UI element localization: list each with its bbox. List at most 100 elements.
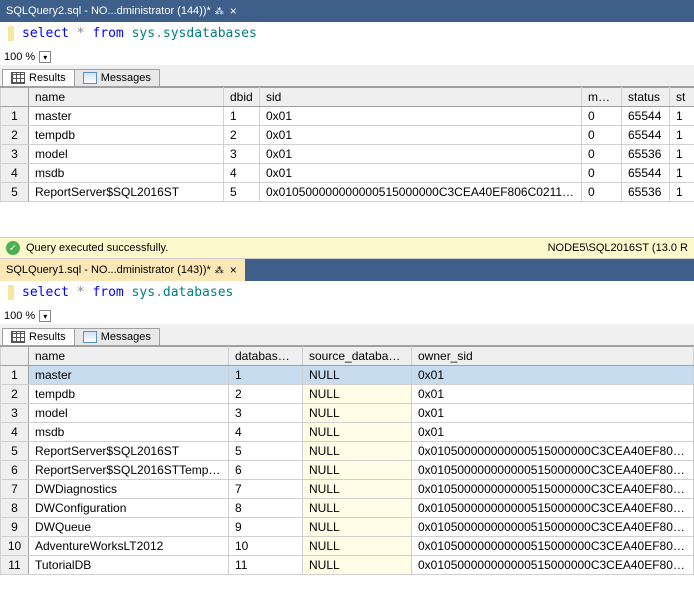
cell-status[interactable]: 65544 [622,164,670,183]
cell-mode[interactable]: 0 [582,183,622,202]
cell-owner_sid[interactable]: 0x010500000000000515000000C3CEA40EF806C0… [412,442,694,461]
cell-name[interactable]: AdventureWorksLT2012 [29,537,229,556]
cell-sid[interactable]: 0x01 [260,164,582,183]
row-number[interactable]: 6 [1,461,29,480]
cell-st[interactable]: 1 [670,107,694,126]
cell-name[interactable]: DWQueue [29,518,229,537]
cell-owner_sid[interactable]: 0x01 [412,423,694,442]
cell-owner_sid[interactable]: 0x010500000000000515000000C3CEA40EF806C0… [412,537,694,556]
cell-source_database_id[interactable]: NULL [303,537,412,556]
cell-database_id[interactable]: 8 [229,499,303,518]
cell-source_database_id[interactable]: NULL [303,480,412,499]
cell-source_database_id[interactable]: NULL [303,423,412,442]
column-header[interactable]: name [29,347,229,366]
row-number[interactable]: 2 [1,385,29,404]
cell-owner_sid[interactable]: 0x010500000000000515000000C3CEA40EF806C0… [412,480,694,499]
cell-dbid[interactable]: 5 [224,183,260,202]
row-number[interactable]: 11 [1,556,29,575]
cell-dbid[interactable]: 3 [224,145,260,164]
cell-owner_sid[interactable]: 0x01 [412,385,694,404]
cell-database_id[interactable]: 2 [229,385,303,404]
tab-results[interactable]: Results [2,69,75,86]
cell-name[interactable]: model [29,404,229,423]
cell-sid[interactable]: 0x010500000000000515000000C3CEA40EF806C0… [260,183,582,202]
cell-database_id[interactable]: 10 [229,537,303,556]
cell-dbid[interactable]: 4 [224,164,260,183]
column-header[interactable]: database_id [229,347,303,366]
table-row[interactable]: 5ReportServer$SQL2016ST5NULL0x0105000000… [1,442,694,461]
cell-st[interactable]: 1 [670,145,694,164]
cell-database_id[interactable]: 4 [229,423,303,442]
column-header[interactable]: mode [582,88,622,107]
cell-source_database_id[interactable]: NULL [303,404,412,423]
row-number[interactable]: 3 [1,145,29,164]
column-header[interactable]: dbid [224,88,260,107]
cell-sid[interactable]: 0x01 [260,107,582,126]
table-row[interactable]: 1master10x010655441 [1,107,694,126]
table-row[interactable]: 2tempdb20x010655441 [1,126,694,145]
table-row[interactable]: 4msdb4NULL0x01 [1,423,694,442]
cell-st[interactable]: 1 [670,126,694,145]
table-row[interactable]: 11TutorialDB11NULL0x01050000000000051500… [1,556,694,575]
cell-name[interactable]: DWDiagnostics [29,480,229,499]
cell-name[interactable]: DWConfiguration [29,499,229,518]
cell-database_id[interactable]: 9 [229,518,303,537]
tab-messages[interactable]: Messages [74,328,160,345]
cell-name[interactable]: ReportServer$SQL2016ST [29,183,224,202]
cell-owner_sid[interactable]: 0x010500000000000515000000C3CEA40EF806C0… [412,461,694,480]
cell-st[interactable]: 1 [670,183,694,202]
column-header[interactable] [1,347,29,366]
cell-status[interactable]: 65544 [622,107,670,126]
cell-dbid[interactable]: 2 [224,126,260,145]
sql-editor[interactable]: select * from sys.sysdatabases [0,22,694,49]
row-number[interactable]: 8 [1,499,29,518]
table-row[interactable]: 5ReportServer$SQL2016ST50x01050000000000… [1,183,694,202]
cell-database_id[interactable]: 3 [229,404,303,423]
tab-results[interactable]: Results [2,328,75,345]
table-row[interactable]: 3model3NULL0x01 [1,404,694,423]
cell-sid[interactable]: 0x01 [260,145,582,164]
cell-source_database_id[interactable]: NULL [303,499,412,518]
cell-status[interactable]: 65544 [622,126,670,145]
cell-owner_sid[interactable]: 0x01 [412,404,694,423]
sql-editor[interactable]: select * from sys.databases [0,281,694,308]
cell-name[interactable]: ReportServer$SQL2016STTempDB [29,461,229,480]
row-number[interactable]: 2 [1,126,29,145]
table-row[interactable]: 6ReportServer$SQL2016STTempDB6NULL0x0105… [1,461,694,480]
cell-name[interactable]: tempdb [29,126,224,145]
row-number[interactable]: 4 [1,423,29,442]
row-number[interactable]: 7 [1,480,29,499]
table-row[interactable]: 1master1NULL0x01 [1,366,694,385]
column-header[interactable] [1,88,29,107]
table-row[interactable]: 7DWDiagnostics7NULL0x0105000000000005150… [1,480,694,499]
cell-source_database_id[interactable]: NULL [303,518,412,537]
cell-sid[interactable]: 0x01 [260,126,582,145]
table-row[interactable]: 10AdventureWorksLT201210NULL0x0105000000… [1,537,694,556]
row-number[interactable]: 4 [1,164,29,183]
cell-owner_sid[interactable]: 0x010500000000000515000000C3CEA40EF806C0… [412,556,694,575]
row-number[interactable]: 3 [1,404,29,423]
row-number[interactable]: 10 [1,537,29,556]
cell-status[interactable]: 65536 [622,183,670,202]
row-number[interactable]: 5 [1,442,29,461]
cell-mode[interactable]: 0 [582,126,622,145]
cell-mode[interactable]: 0 [582,145,622,164]
cell-name[interactable]: msdb [29,423,229,442]
table-row[interactable]: 9DWQueue9NULL0x010500000000000515000000C… [1,518,694,537]
cell-owner_sid[interactable]: 0x010500000000000515000000C3CEA40EF806C0… [412,518,694,537]
close-icon[interactable]: × [228,4,239,18]
cell-mode[interactable]: 0 [582,164,622,183]
cell-database_id[interactable]: 7 [229,480,303,499]
cell-name[interactable]: ReportServer$SQL2016ST [29,442,229,461]
column-header[interactable]: status [622,88,670,107]
cell-source_database_id[interactable]: NULL [303,461,412,480]
column-header[interactable]: owner_sid [412,347,694,366]
pin-icon[interactable]: ⁂ [215,265,224,276]
cell-source_database_id[interactable]: NULL [303,366,412,385]
cell-mode[interactable]: 0 [582,107,622,126]
table-row[interactable]: 4msdb40x010655441 [1,164,694,183]
zoom-dropdown-icon[interactable]: ▾ [39,310,51,322]
cell-source_database_id[interactable]: NULL [303,385,412,404]
zoom-dropdown-icon[interactable]: ▾ [39,51,51,63]
cell-database_id[interactable]: 5 [229,442,303,461]
